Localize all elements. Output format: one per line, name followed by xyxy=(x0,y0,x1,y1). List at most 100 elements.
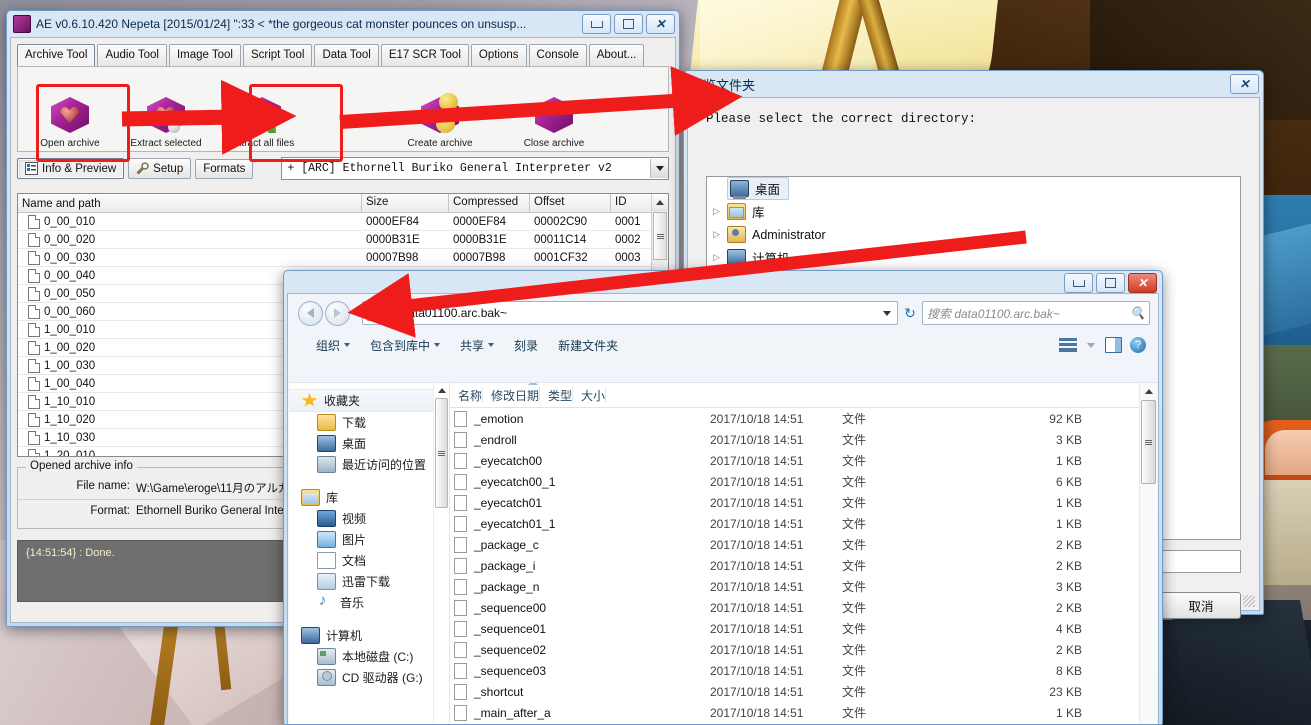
nav-item[interactable]: 库 xyxy=(289,487,449,508)
tab-image-tool[interactable]: Image Tool xyxy=(168,44,241,66)
refresh-icon[interactable]: ↻ xyxy=(898,305,922,322)
explorer-maximize-button[interactable] xyxy=(1096,273,1125,293)
file-row[interactable]: _package_c 2017/10/18 14:51 文件 2 KB xyxy=(450,534,1157,555)
table-row[interactable]: 0_00_020 0000B31E 0000B31E 00011C14 0002 xyxy=(18,231,668,249)
view-layout-icon[interactable] xyxy=(1059,338,1077,352)
file-list-scrollbar[interactable] xyxy=(1139,383,1157,724)
command-1[interactable]: 包含到库中 xyxy=(360,333,450,358)
file-scroll-thumb[interactable] xyxy=(1141,400,1156,484)
tree-expander-icon[interactable]: ▷ xyxy=(713,206,727,217)
browse-tree-item[interactable]: ▷ Administrator xyxy=(707,223,1240,246)
ae-minimize-button[interactable] xyxy=(582,14,611,34)
command-4[interactable]: 新建文件夹 xyxy=(548,333,628,358)
file-row[interactable]: _eyecatch00 2017/10/18 14:51 文件 1 KB xyxy=(450,450,1157,471)
view-layout-caret-icon[interactable] xyxy=(1085,334,1097,356)
tab-data-tool[interactable]: Data Tool xyxy=(314,44,379,66)
search-input[interactable]: 搜索 data01100.arc.bak~ 🔍 xyxy=(922,301,1150,325)
toolbar-extract-selected[interactable]: Extract selected xyxy=(118,81,214,149)
file-col-header[interactable]: 名称 xyxy=(450,387,484,403)
address-breadcrumb-bar[interactable]: ▸ data01100.arc.bak~ xyxy=(362,301,898,325)
formats-button[interactable]: Formats xyxy=(195,158,254,179)
command-3[interactable]: 刻录 xyxy=(504,333,548,358)
ae-maximize-button[interactable] xyxy=(614,14,643,34)
file-row[interactable]: _shortcut 2017/10/18 14:51 文件 23 KB xyxy=(450,681,1157,702)
archive-col-header[interactable]: Offset xyxy=(530,194,611,212)
breadcrumb-caret-icon[interactable] xyxy=(879,310,895,316)
command-0[interactable]: 组织 xyxy=(306,333,360,358)
tab-archive-tool[interactable]: Archive Tool xyxy=(17,44,96,66)
toolbar-open-archive[interactable]: Open archive xyxy=(22,81,118,149)
nav-item[interactable]: 文档 xyxy=(289,550,449,571)
explorer-minimize-button[interactable] xyxy=(1064,273,1093,293)
explorer-navigation-pane[interactable]: 收藏夹下载桌面最近访问的位置库视频图片文档迅雷下载音乐计算机本地磁盘 (C:) C… xyxy=(289,383,449,724)
tab-script-tool[interactable]: Script Tool xyxy=(242,44,313,66)
nav-item[interactable]: 下载 xyxy=(289,412,449,433)
explorer-titlebar[interactable]: ✕ xyxy=(284,271,1162,295)
navigation-scrollbar[interactable] xyxy=(433,383,449,724)
file-row[interactable]: _endroll 2017/10/18 14:51 文件 3 KB xyxy=(450,429,1157,450)
nav-item[interactable]: 图片 xyxy=(289,529,449,550)
command-2[interactable]: 共享 xyxy=(450,333,504,358)
file-row[interactable]: _package_i 2017/10/18 14:51 文件 2 KB xyxy=(450,555,1157,576)
browse-resize-grip[interactable] xyxy=(1243,595,1255,607)
forward-button[interactable] xyxy=(325,300,350,326)
file-row[interactable]: _emotion 2017/10/18 14:51 文件 92 KB xyxy=(450,408,1157,429)
table-row[interactable]: 0_00_010 0000EF84 0000EF84 00002C90 0001 xyxy=(18,213,668,231)
info-preview-button[interactable]: Info & Preview xyxy=(17,158,125,179)
tree-expander-icon[interactable]: ▷ xyxy=(713,229,727,240)
browse-tree-selected[interactable]: 桌面 xyxy=(727,177,790,200)
nav-item[interactable]: 收藏夹 xyxy=(289,389,449,412)
toolbar-extract-all-files[interactable]: Extract all files xyxy=(214,81,310,149)
setup-button[interactable]: Setup xyxy=(128,158,192,179)
file-row[interactable]: _eyecatch00_1 2017/10/18 14:51 文件 6 KB xyxy=(450,471,1157,492)
tree-expander-icon[interactable]: ▷ xyxy=(713,252,727,263)
toolbar-close-archive[interactable]: Close archive xyxy=(506,81,602,149)
nav-item[interactable]: CD 驱动器 (G:) xyxy=(289,667,449,688)
nav-item[interactable]: 计算机 xyxy=(289,625,449,646)
explorer-window[interactable]: ✕ ▸ data01100.arc.bak~ ↻ 搜索 data01100.ar… xyxy=(283,270,1163,725)
tab-audio-tool[interactable]: Audio Tool xyxy=(97,44,167,66)
file-row[interactable]: _eyecatch01 2017/10/18 14:51 文件 1 KB xyxy=(450,492,1157,513)
browse-cancel-button[interactable]: 取消 xyxy=(1161,592,1241,619)
archive-col-header[interactable]: Size xyxy=(362,194,449,212)
archive-scroll-up-icon[interactable] xyxy=(652,194,668,211)
explorer-file-list[interactable]: 名称 修改日期 类型 大小 _emotion 2017/10/18 14:51 文件 92 … xyxy=(449,383,1157,724)
file-col-header[interactable]: 类型 xyxy=(540,387,574,403)
browse-tree-item[interactable]: 桌面 xyxy=(707,177,1240,200)
file-row[interactable]: _sequence00 2017/10/18 14:51 文件 2 KB xyxy=(450,597,1157,618)
recent-pages-caret-icon[interactable] xyxy=(350,302,362,324)
browse-close-button[interactable]: ✕ xyxy=(1230,74,1259,94)
browse-tree-item[interactable]: ▷ 库 xyxy=(707,200,1240,223)
tab-about[interactable]: About... xyxy=(588,44,645,66)
toolbar-create-archive[interactable]: Create archive xyxy=(392,81,776,149)
archive-scroll-thumb[interactable] xyxy=(653,212,667,260)
explorer-close-button[interactable]: ✕ xyxy=(1128,273,1157,293)
file-row[interactable]: _sequence03 2017/10/18 14:51 文件 8 KB xyxy=(450,660,1157,681)
file-row[interactable]: _sequence01 2017/10/18 14:51 文件 4 KB xyxy=(450,618,1157,639)
file-scroll-up-icon[interactable] xyxy=(1140,383,1157,399)
format-combo-caret-icon[interactable] xyxy=(650,159,668,178)
browse-tree-item[interactable]: ▷ 计算机 xyxy=(707,246,1240,269)
nav-item[interactable]: 桌面 xyxy=(289,433,449,454)
ae-titlebar[interactable]: AE v0.6.10.420 Nepeta [2015/01/24] ":33 … xyxy=(7,11,679,37)
file-col-header[interactable]: 修改日期 xyxy=(483,387,541,403)
tab-console[interactable]: Console xyxy=(528,44,587,66)
file-row[interactable]: _main_after_a 2017/10/18 14:51 文件 1 KB xyxy=(450,702,1157,723)
file-row[interactable]: _package_n 2017/10/18 14:51 文件 3 KB xyxy=(450,576,1157,597)
nav-scroll-up-icon[interactable] xyxy=(434,383,449,397)
file-row[interactable]: _main_after_f2017/10/18 14:51文件1 KB xyxy=(450,723,1157,724)
ae-close-button[interactable]: ✕ xyxy=(646,14,675,34)
nav-item[interactable]: 最近访问的位置 xyxy=(289,454,449,475)
browse-titlebar[interactable]: 浏览文件夹 ✕ xyxy=(684,71,1263,97)
archive-col-header[interactable]: Name and path xyxy=(18,194,362,212)
tab-options[interactable]: Options xyxy=(470,44,527,66)
preview-pane-icon[interactable] xyxy=(1105,337,1122,353)
breadcrumb-path[interactable]: data01100.arc.bak~ xyxy=(402,306,508,320)
tab-e17-scr-tool[interactable]: E17 SCR Tool xyxy=(380,44,469,66)
nav-item[interactable]: 视频 xyxy=(289,508,449,529)
table-row[interactable]: 0_00_030 00007B98 00007B98 0001CF32 0003 xyxy=(18,249,668,267)
help-icon[interactable]: ? xyxy=(1130,337,1146,353)
file-row[interactable]: _eyecatch01_1 2017/10/18 14:51 文件 1 KB xyxy=(450,513,1157,534)
nav-item[interactable]: 迅雷下载 xyxy=(289,571,449,592)
file-col-header[interactable]: 大小 xyxy=(573,387,607,403)
